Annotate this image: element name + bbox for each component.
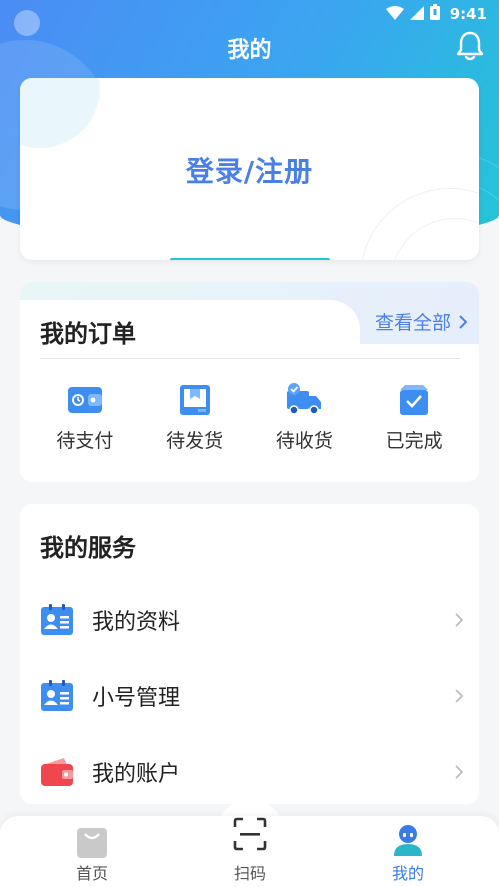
chevron-right-icon (459, 314, 467, 329)
signal-icon (409, 5, 424, 24)
order-item-label: 待发货 (166, 430, 224, 452)
nav-item-scan[interactable]: 扫码 (190, 816, 310, 887)
order-item-label: 待收货 (275, 430, 333, 452)
service-item-label: 我的资料 (92, 610, 181, 635)
services-card: 我的服务 我的资料 小号管理 我的账户 (20, 504, 479, 804)
bottom-nav: 首页 扫码 我的 (0, 816, 499, 887)
login-register-link[interactable]: 登录/注册 (20, 150, 479, 190)
bell-icon[interactable] (455, 30, 485, 62)
orders-section-title: 我的订单 (40, 320, 136, 348)
login-card[interactable]: 登录/注册 (20, 78, 479, 260)
nav-item-home[interactable]: 首页 (32, 816, 152, 887)
service-item-my-profile[interactable]: 我的资料 (20, 590, 479, 650)
page-title: 我的 (227, 38, 272, 63)
order-item-label: 待支付 (56, 430, 114, 452)
red-wallet-icon (40, 755, 74, 789)
shopping-bag-icon (77, 828, 107, 858)
view-all-orders-link[interactable]: 查看全部 (375, 308, 467, 335)
chevron-right-icon (455, 765, 464, 779)
status-time: 9:41 (449, 5, 487, 23)
order-item-to-ship[interactable]: 待发货 (145, 382, 245, 453)
decorative-circle (20, 78, 100, 148)
view-all-label: 查看全部 (374, 312, 451, 334)
package-icon (176, 382, 214, 418)
nav-item-label: 首页 (75, 864, 108, 883)
login-accent-bar (170, 258, 330, 260)
service-item-sub-account-management[interactable]: 小号管理 (20, 666, 479, 726)
wallet-icon (66, 382, 104, 418)
service-item-my-account[interactable]: 我的账户 (20, 742, 479, 802)
chevron-right-icon (455, 689, 464, 703)
scan-icon (233, 817, 267, 851)
order-item-label: 已完成 (385, 430, 443, 452)
wifi-icon (385, 5, 404, 24)
order-status-row: 待支付 待发货 待收货 已完成 (20, 382, 479, 453)
order-item-completed[interactable]: 已完成 (364, 382, 464, 453)
chevron-right-icon (455, 613, 464, 627)
divider (40, 358, 460, 359)
order-item-pending-payment[interactable]: 待支付 (35, 382, 135, 453)
sub-account-card-icon (40, 679, 74, 713)
truck-icon (285, 382, 323, 418)
battery-icon (429, 4, 440, 24)
completed-box-icon (395, 382, 433, 418)
service-item-label: 我的账户 (92, 762, 181, 787)
nav-item-mine[interactable]: 我的 (348, 816, 468, 887)
nav-item-label: 我的 (391, 864, 424, 883)
orders-card: 查看全部 我的订单 待支付 待发货 待收货 已完成 (20, 282, 479, 482)
services-section-title: 我的服务 (40, 534, 136, 562)
status-bar: 9:41 (0, 0, 499, 28)
service-item-label: 小号管理 (92, 686, 181, 711)
profile-card-icon (40, 603, 74, 637)
order-item-to-receive[interactable]: 待收货 (254, 382, 354, 453)
user-icon (394, 825, 422, 856)
nav-item-label: 扫码 (233, 864, 266, 883)
